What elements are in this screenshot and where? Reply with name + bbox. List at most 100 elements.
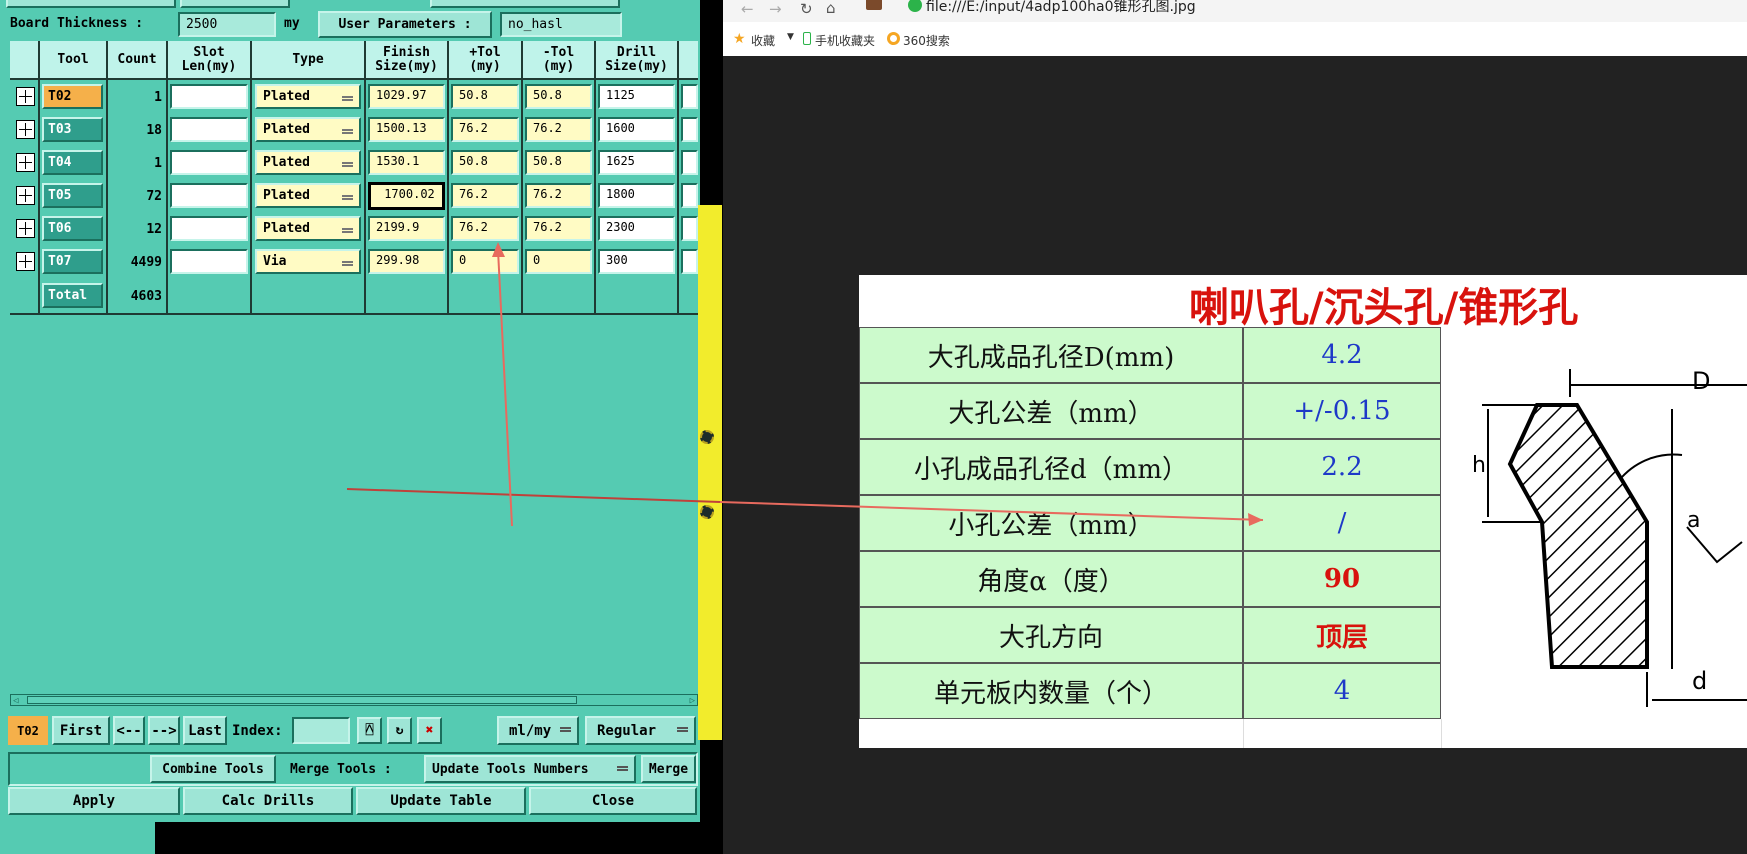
minus-tol-input[interactable]: 50.8 (525, 150, 592, 175)
prev-button[interactable]: <-- (113, 716, 145, 745)
drill-size-input[interactable]: 2300 (598, 216, 675, 241)
minus-tol-input[interactable]: 76.2 (525, 117, 592, 142)
slot-len-input[interactable] (170, 117, 248, 142)
url-text[interactable]: file:///E:/input/4adp100ha0锥形孔图.jpg (926, 0, 1196, 16)
slot-len-input[interactable] (170, 216, 248, 241)
units-dropdown[interactable]: ml/my (497, 716, 579, 745)
expand-icon[interactable] (16, 153, 35, 172)
type-dropdown[interactable]: Plated (255, 183, 361, 208)
board-thickness-input[interactable]: 2500 (178, 12, 276, 37)
slot-len-input[interactable] (170, 150, 248, 175)
drill-size-input[interactable]: 300 (598, 249, 675, 274)
type-dropdown[interactable]: Plated (255, 84, 361, 109)
update-tools-numbers-dropdown[interactable]: Update Tools Numbers (424, 755, 636, 783)
plus-tol-input[interactable]: 0 (451, 249, 519, 274)
slot-len-input[interactable] (170, 84, 248, 109)
combine-tools-button[interactable]: Combine Tools (150, 755, 276, 783)
delete-icon[interactable]: ✖ (417, 717, 442, 744)
top-button-1[interactable] (6, 0, 176, 8)
current-tool-indicator: T02 (8, 716, 48, 745)
extra-input[interactable] (681, 84, 698, 109)
extra-input[interactable] (681, 183, 698, 208)
drill-size-input[interactable]: 1600 (598, 117, 675, 142)
scroll-right-icon[interactable]: ▷ (690, 696, 695, 706)
top-button-2[interactable] (180, 0, 290, 8)
finish-size-input[interactable]: 299.98 (368, 249, 445, 274)
reload-icon[interactable]: ↻ (800, 0, 813, 18)
tool-cell[interactable]: T07 (42, 249, 103, 274)
user-parameters-input[interactable]: no_hasl (500, 12, 622, 37)
back-icon[interactable]: ← (741, 0, 754, 18)
expand-icon[interactable] (16, 87, 35, 106)
drill-size-input[interactable]: 1800 (598, 183, 675, 208)
bookmark-favorites[interactable]: 收藏 (751, 32, 775, 49)
tool-cell[interactable]: T02 (42, 84, 103, 109)
type-dropdown[interactable]: Plated (255, 150, 361, 175)
mode-dropdown[interactable]: Regular (585, 716, 696, 745)
chevron-down-icon[interactable]: ▼ (787, 32, 794, 42)
first-button[interactable]: First (52, 716, 110, 745)
calc-drills-button[interactable]: Calc Drills (183, 787, 353, 815)
plus-tol-input[interactable]: 76.2 (451, 117, 519, 142)
type-dropdown[interactable]: Plated (255, 216, 361, 241)
drill-size-input[interactable]: 1625 (598, 150, 675, 175)
top-button-3[interactable] (430, 0, 620, 8)
extra-input[interactable] (681, 249, 698, 274)
minus-tol-input[interactable]: 76.2 (525, 216, 592, 241)
slot-len-input[interactable] (170, 183, 248, 208)
forward-icon[interactable]: → (769, 0, 782, 18)
expand-icon[interactable] (16, 120, 35, 139)
index-input[interactable] (292, 717, 350, 744)
refresh-icon[interactable]: ↻ (387, 717, 412, 744)
expand-icon[interactable] (16, 252, 35, 271)
minus-tol-input[interactable]: 76.2 (525, 183, 592, 208)
extra-input[interactable] (681, 117, 698, 142)
minus-tol-input[interactable]: 0 (525, 249, 592, 274)
header-tool: Tool (40, 41, 106, 78)
merge-button[interactable]: Merge (641, 755, 696, 783)
lock-icon[interactable]: ⍓ (357, 717, 382, 744)
bookmark-mobile[interactable]: 手机收藏夹 (815, 32, 875, 49)
type-dropdown[interactable]: Plated (255, 117, 361, 142)
extra-input[interactable] (681, 216, 698, 241)
home-icon[interactable]: ⌂ (826, 0, 836, 17)
apply-button[interactable]: Apply (8, 787, 180, 815)
plus-tol-input[interactable]: 76.2 (451, 183, 519, 208)
diagram-label-d: d (1692, 667, 1707, 695)
expand-icon[interactable] (16, 219, 35, 238)
dropdown-icon (342, 195, 353, 200)
countersink-diagram: D h a d (1442, 327, 1747, 719)
tool-cell[interactable]: T06 (42, 216, 103, 241)
finish-size-input[interactable]: 2199.9 (368, 216, 445, 241)
type-dropdown[interactable]: Via (255, 249, 361, 274)
horizontal-scrollbar[interactable]: ◁ ▷ (10, 694, 698, 706)
slot-len-input[interactable] (170, 249, 248, 274)
extra-input[interactable] (681, 150, 698, 175)
finish-size-input[interactable]: 1530.1 (368, 150, 445, 175)
finish-size-input[interactable]: 1500.13 (368, 117, 445, 142)
plus-tol-input[interactable]: 76.2 (451, 216, 519, 241)
update-table-button[interactable]: Update Table (356, 787, 526, 815)
minus-tol-input[interactable]: 50.8 (525, 84, 592, 109)
drill-size-input[interactable]: 1125 (598, 84, 675, 109)
scrollbar-thumb[interactable] (27, 696, 577, 704)
scroll-left-icon[interactable]: ◁ (13, 696, 18, 706)
search-360-icon (887, 32, 900, 45)
finish-size-input[interactable]: 1029.97 (368, 84, 445, 109)
close-button[interactable]: Close (529, 787, 697, 815)
last-button[interactable]: Last (183, 716, 227, 745)
next-button[interactable]: --> (148, 716, 180, 745)
tool-cell[interactable]: T03 (42, 117, 103, 142)
dropdown-icon (342, 261, 353, 266)
tool-cell[interactable]: T04 (42, 150, 103, 175)
tool-cell[interactable]: T05 (42, 183, 103, 208)
user-parameters-button[interactable]: User Parameters : (318, 11, 492, 38)
plus-tol-input[interactable]: 50.8 (451, 150, 519, 175)
spec-value: 2.2 (1243, 439, 1441, 495)
finish-size-input-focused[interactable]: 1700.02 (368, 182, 445, 210)
expand-icon[interactable] (16, 186, 35, 205)
wallet-icon[interactable] (866, 0, 882, 10)
header-minus-tol: -Tol (my) (523, 41, 594, 78)
bookmark-360[interactable]: 360搜索 (903, 32, 950, 49)
plus-tol-input[interactable]: 50.8 (451, 84, 519, 109)
